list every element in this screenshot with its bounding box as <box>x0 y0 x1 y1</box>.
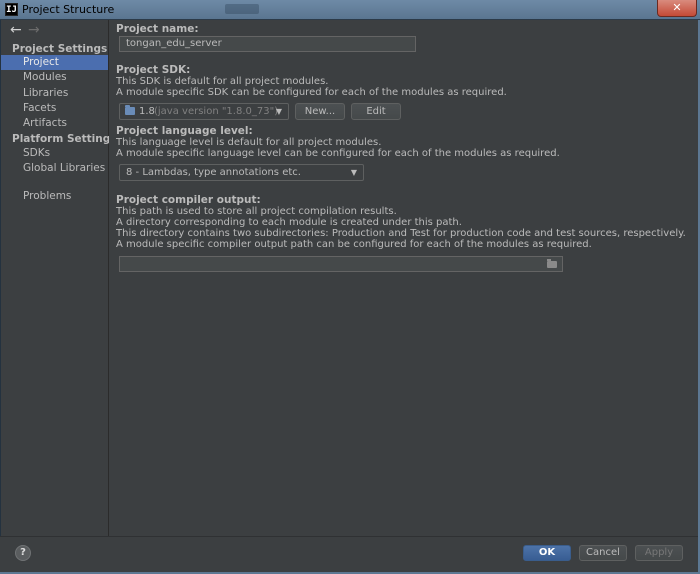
close-window-button[interactable]: ✕ <box>657 0 697 17</box>
sdk-selected-detail: (java version "1.8.0_73") <box>154 106 279 117</box>
compiler-output-description-3: This directory contains two subdirectori… <box>116 228 686 239</box>
intellij-app-icon: IJ <box>5 3 18 16</box>
sidebar-item-libraries[interactable]: Libraries <box>1 86 108 101</box>
language-level-dropdown[interactable]: 8 - Lambdas, type annotations etc. ▼ <box>119 164 364 181</box>
project-sdk-dropdown[interactable]: 1.8 (java version "1.8.0_73") ▼ <box>119 103 289 120</box>
language-level-label: Project language level: <box>116 125 253 137</box>
language-level-description-1: This language level is default for all p… <box>116 137 382 148</box>
project-settings-panel: Project name: tongan_edu_server Project … <box>109 20 698 536</box>
compiler-output-description-1: This path is used to store all project c… <box>116 206 397 217</box>
help-button[interactable]: ? <box>15 545 31 561</box>
sidebar-item-artifacts[interactable]: Artifacts <box>1 116 108 131</box>
language-level-description-2: A module specific language level can be … <box>116 148 560 159</box>
sidebar-item-problems[interactable]: Problems <box>1 189 108 204</box>
forward-arrow-icon[interactable]: → <box>28 22 40 38</box>
compiler-output-description-4: A module specific compiler output path c… <box>116 239 592 250</box>
sidebar-item-project[interactable]: Project <box>1 55 108 70</box>
sidebar: ← → Project Settings Project Modules Lib… <box>1 20 117 536</box>
cancel-button[interactable]: Cancel <box>579 545 627 561</box>
new-sdk-button[interactable]: New... <box>295 103 345 120</box>
ok-button[interactable]: OK <box>523 545 571 561</box>
project-sdk-description-2: A module specific SDK can be configured … <box>116 87 507 98</box>
browse-folder-icon[interactable] <box>547 259 557 268</box>
edit-sdk-button[interactable]: Edit <box>351 103 401 120</box>
section-header-platform-settings: Platform Settings <box>12 133 117 145</box>
project-sdk-label: Project SDK: <box>116 64 191 76</box>
compiler-output-description-2: A directory corresponding to each module… <box>116 217 462 228</box>
language-level-selected: 8 - Lambdas, type annotations etc. <box>126 167 301 178</box>
window-title: Project Structure <box>22 3 115 16</box>
back-arrow-icon[interactable]: ← <box>10 22 22 38</box>
sidebar-item-facets[interactable]: Facets <box>1 101 108 116</box>
sidebar-item-modules[interactable]: Modules <box>1 70 108 85</box>
sdk-folder-icon <box>125 105 135 115</box>
project-sdk-description-1: This SDK is default for all project modu… <box>116 76 329 87</box>
sidebar-item-sdks[interactable]: SDKs <box>1 146 108 161</box>
section-header-project-settings: Project Settings <box>12 43 108 55</box>
sdk-selected-name: 1.8 <box>139 106 155 117</box>
compiler-output-path-field[interactable] <box>119 256 563 272</box>
chevron-down-icon: ▼ <box>275 107 282 116</box>
apply-button[interactable]: Apply <box>635 545 683 561</box>
chevron-down-icon: ▼ <box>350 168 357 177</box>
background-window-ghost <box>225 4 259 14</box>
sidebar-item-global-libraries[interactable]: Global Libraries <box>1 161 108 176</box>
project-name-label: Project name: <box>116 23 199 35</box>
project-name-field[interactable]: tongan_edu_server <box>119 36 416 52</box>
compiler-output-label: Project compiler output: <box>116 194 261 206</box>
title-bar[interactable]: IJ Project Structure ✕ <box>0 0 700 20</box>
